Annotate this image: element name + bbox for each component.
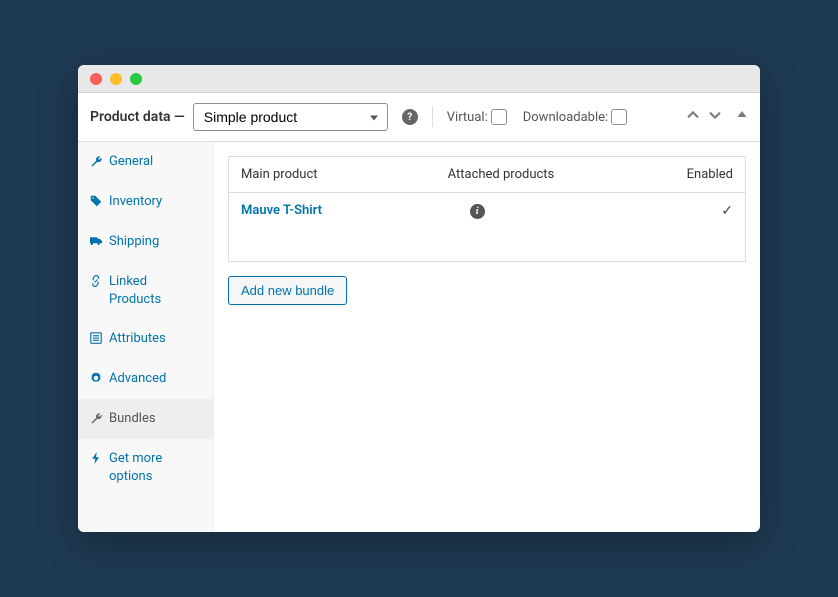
cell-enabled: ✓ — [595, 203, 733, 219]
sidebar-item-linked-products[interactable]: Linked Products — [78, 262, 213, 319]
sidebar-item-advanced[interactable]: Advanced — [78, 359, 213, 399]
downloadable-checkbox[interactable] — [611, 109, 627, 125]
product-data-header: Product data — Simple product ? Virtual:… — [78, 93, 760, 142]
table-header: Main product Attached products Enabled — [229, 157, 745, 193]
virtual-label: Virtual: — [447, 109, 507, 125]
cell-attached: i — [448, 203, 596, 219]
sidebar-item-bundles[interactable]: Bundles — [78, 399, 213, 439]
titlebar — [78, 65, 760, 93]
sidebar-item-shipping[interactable]: Shipping — [78, 222, 213, 262]
main-panel: Main product Attached products Enabled M… — [214, 142, 760, 532]
wrench-icon — [90, 155, 102, 171]
downloadable-label: Downloadable: — [523, 109, 627, 125]
header-title: Product data — — [90, 109, 185, 125]
maximize-window-button[interactable] — [130, 73, 142, 85]
add-bundle-button[interactable]: Add new bundle — [228, 276, 347, 305]
panel-controls — [686, 108, 748, 126]
gear-icon — [90, 372, 102, 388]
product-type-select[interactable]: Simple product — [193, 103, 388, 131]
check-icon: ✓ — [721, 203, 733, 219]
traffic-lights — [90, 73, 142, 85]
product-type-select-wrap: Simple product — [193, 103, 388, 131]
link-icon — [90, 275, 102, 291]
col-header-attached: Attached products — [448, 167, 596, 182]
sidebar-item-inventory[interactable]: Inventory — [78, 182, 213, 222]
truck-icon — [90, 235, 102, 251]
sidebar: General Inventory Shipping Linked Produc… — [78, 142, 214, 532]
info-icon[interactable]: i — [470, 204, 485, 219]
wrench-icon — [90, 412, 102, 428]
bundles-table: Main product Attached products Enabled M… — [228, 156, 746, 262]
content: General Inventory Shipping Linked Produc… — [78, 142, 760, 532]
col-header-enabled: Enabled — [595, 167, 733, 182]
close-window-button[interactable] — [90, 73, 102, 85]
divider — [432, 107, 433, 127]
list-icon — [90, 332, 102, 348]
move-up-icon[interactable] — [686, 108, 700, 126]
tag-icon — [90, 195, 102, 211]
move-down-icon[interactable] — [708, 108, 722, 126]
bolt-icon — [90, 452, 102, 468]
cell-main-product: Mauve T-Shirt — [241, 203, 448, 218]
help-icon[interactable]: ? — [402, 109, 418, 125]
product-link[interactable]: Mauve T-Shirt — [241, 203, 322, 218]
sidebar-item-get-more-options[interactable]: Get more options — [78, 439, 213, 496]
col-header-main: Main product — [241, 167, 448, 182]
table-row[interactable]: Mauve T-Shirt i ✓ — [229, 193, 745, 261]
sidebar-item-general[interactable]: General — [78, 142, 213, 182]
window: Product data — Simple product ? Virtual:… — [78, 65, 760, 532]
virtual-checkbox[interactable] — [491, 109, 507, 125]
collapse-icon[interactable] — [736, 108, 748, 126]
sidebar-item-attributes[interactable]: Attributes — [78, 319, 213, 359]
minimize-window-button[interactable] — [110, 73, 122, 85]
